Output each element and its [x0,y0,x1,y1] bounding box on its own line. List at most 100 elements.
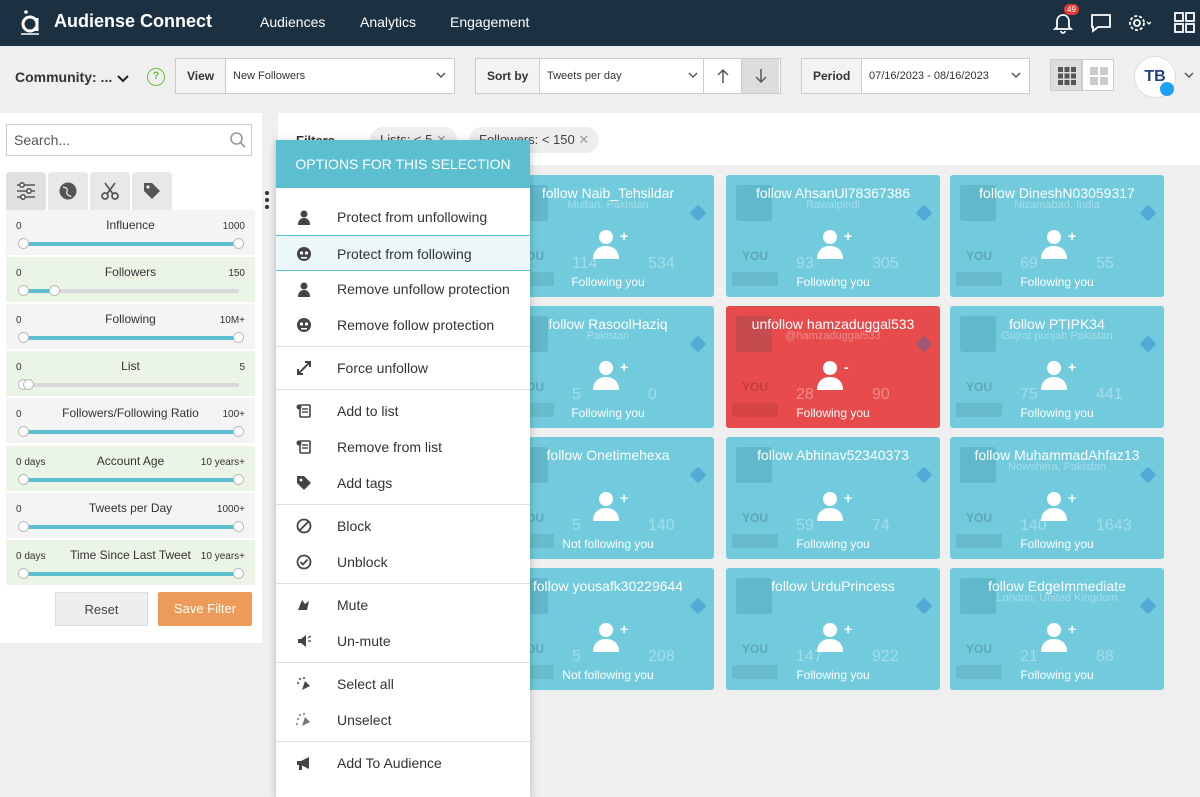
period-dropdown[interactable]: Period 07/16/2023 - 08/16/2023 [801,58,1030,94]
gear-icon[interactable] [1125,10,1151,36]
filter-range-slider[interactable] [18,332,244,343]
user-card[interactable]: London, United Kingdom follow EdgeImmedia… [950,568,1164,690]
slider-min-handle[interactable] [18,521,29,532]
menu-item-unblock[interactable]: Unblock [276,544,530,580]
sort-descending-button[interactable] [741,59,779,93]
reset-button[interactable]: Reset [55,592,148,626]
add-user-icon[interactable]: + [814,227,854,261]
slider-max-handle[interactable] [233,238,244,249]
card-action-title[interactable]: follow UrduPrincess [726,578,940,594]
menu-item-unselect[interactable]: Unselect [276,702,530,738]
add-user-icon[interactable]: + [590,358,630,392]
card-action-title[interactable]: follow Onetimehexa [502,447,714,463]
search-input[interactable]: Search... [6,124,252,156]
user-card[interactable]: follow UrduPrincess YOU 147 922 + Following y… [726,568,940,690]
tag-icon[interactable] [915,466,933,484]
chevron-down-icon[interactable] [116,74,130,84]
chat-icon[interactable] [1088,10,1114,36]
user-card[interactable]: Gujrat punjab Pakistan follow PTIPK34 YOU 7… [950,306,1164,428]
menu-item-add-tags[interactable]: Add tags [276,465,530,501]
card-action-title[interactable]: follow Naib_Tehsildar [502,185,714,201]
slider-min-handle[interactable] [18,285,29,296]
add-user-icon[interactable]: + [1038,489,1078,523]
add-user-icon[interactable]: + [1038,620,1078,654]
filter-range-slider[interactable] [18,238,244,249]
user-card[interactable]: Nowshera, Pakistan follow MuhammadAhfaz13… [950,437,1164,559]
tag-icon[interactable] [689,466,707,484]
filter-range-slider[interactable] [18,426,244,437]
filter-range-slider[interactable] [18,379,239,390]
user-card[interactable]: Multan, Pakistan follow Naib_Tehsildar YOU… [502,175,714,297]
slider-min-handle[interactable] [18,426,29,437]
slider-max-handle[interactable] [233,568,244,579]
add-user-icon[interactable]: + [814,489,854,523]
slider-min-handle[interactable] [18,568,29,579]
menu-item-add-to-list[interactable]: Add to list [276,393,530,429]
compact-view-button[interactable] [1082,59,1114,91]
card-action-title[interactable]: follow RasoolHaziq [502,316,714,332]
sort-dropdown[interactable]: Sort by Tweets per day [475,58,781,94]
menu-item-remove-follow-protection[interactable]: Remove follow protection [276,307,530,343]
brand-name[interactable]: Audiense Connect [54,11,212,32]
community-selector[interactable]: Community: ... [15,69,112,85]
slider-max-handle[interactable] [233,521,244,532]
audiense-logo-icon[interactable] [16,8,44,36]
nav-audiences[interactable]: Audiences [260,14,325,30]
menu-item-add-to-audience[interactable]: Add To Audience [276,745,530,781]
add-user-icon[interactable]: + [814,620,854,654]
menu-item-block[interactable]: Block [276,508,530,544]
view-dropdown[interactable]: View New Followers [175,58,455,94]
card-action-title[interactable]: follow MuhammadAhfaz13 [950,447,1164,463]
filter-range-slider[interactable] [18,285,239,296]
add-user-icon[interactable]: + [590,489,630,523]
user-card[interactable]: follow Onetimehexa YOU 5 140 + Not following … [502,437,714,559]
nav-analytics[interactable]: Analytics [360,14,416,30]
menu-item-unmute[interactable]: Un-mute [276,623,530,659]
card-action-title[interactable]: follow Abhinav52340373 [726,447,940,463]
tab-filters[interactable] [6,172,46,210]
menu-item-select-all[interactable]: Select all [276,666,530,702]
help-icon[interactable]: ? [147,68,165,86]
tab-tags[interactable] [132,172,172,210]
filter-range-slider[interactable] [18,521,244,532]
card-action-title[interactable]: follow PTIPK34 [950,316,1164,332]
tab-tools[interactable] [90,172,130,210]
add-user-icon[interactable]: + [1038,358,1078,392]
add-user-icon[interactable]: + [590,620,630,654]
add-user-icon[interactable]: + [590,227,630,261]
card-action-title[interactable]: unfollow hamzaduggal533 [726,316,940,332]
filter-range-slider[interactable] [18,474,244,485]
tab-location[interactable] [48,172,88,210]
close-icon[interactable]: ✕ [578,132,589,147]
filter-range-slider[interactable] [18,568,244,579]
grid-view-button[interactable] [1050,59,1082,91]
user-card[interactable]: @hamzaduggal533 unfollow hamzaduggal533 YO… [726,306,940,428]
kebab-menu-icon[interactable] [264,190,270,210]
slider-max-handle[interactable] [48,285,60,296]
card-action-title[interactable]: follow EdgeImmediate [950,578,1164,594]
menu-item-protect-unfollowing[interactable]: Protect from unfollowing [276,199,530,235]
user-card[interactable]: Rawalpindi follow AhsanUl78367386 YOU 93 305… [726,175,940,297]
search-icon[interactable] [229,131,247,149]
save-filter-button[interactable]: Save Filter [158,592,252,626]
card-action-title[interactable]: follow yousafk30229644 [502,578,714,594]
menu-item-protect-following[interactable]: Protect from following [276,235,530,271]
user-card[interactable]: follow Abhinav52340373 YOU 59 74 + Following … [726,437,940,559]
slider-min-handle[interactable] [18,474,29,485]
card-action-title[interactable]: follow AhsanUl78367386 [726,185,940,201]
sort-ascending-button[interactable] [703,59,741,93]
slider-min-handle[interactable] [18,238,29,249]
card-action-title[interactable]: follow DineshN03059317 [950,185,1164,201]
menu-item-mute[interactable]: Mute [276,587,530,623]
user-card[interactable]: Pakistan follow RasoolHaziq YOU 5 0 + Followin… [502,306,714,428]
tag-icon[interactable] [689,597,707,615]
slider-max-handle[interactable] [233,474,244,485]
slider-max-handle[interactable] [233,332,244,343]
menu-item-remove-unfollow-protection[interactable]: Remove unfollow protection [276,271,530,307]
user-card[interactable]: Nizamabad, India follow DineshN03059317 YO… [950,175,1164,297]
slider-min-handle[interactable] [18,332,29,343]
apps-grid-icon[interactable] [1172,10,1198,36]
slider-max-handle[interactable] [233,426,244,437]
add-user-icon[interactable]: + [1038,227,1078,261]
menu-item-force-unfollow[interactable]: Force unfollow [276,350,530,386]
